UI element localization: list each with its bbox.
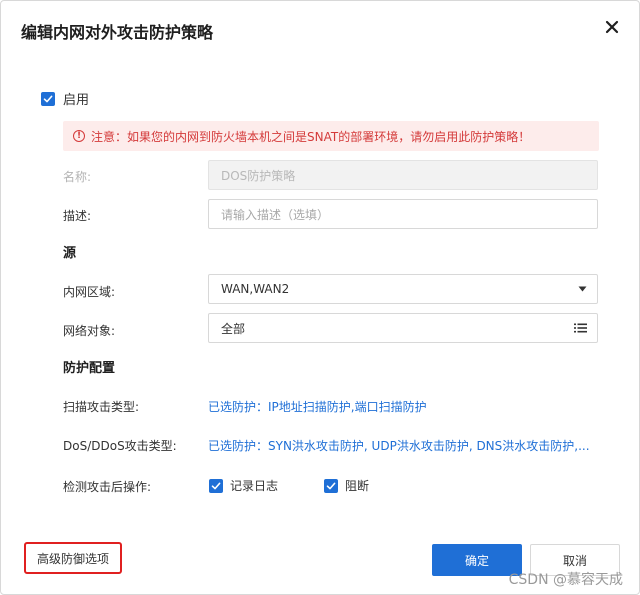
protection-heading: 防护配置	[63, 361, 116, 376]
watermark: CSDN @慕容天成	[508, 572, 623, 588]
edit-policy-dialog: 编辑内网对外攻击防护策略 启用 ! 注意：如果您的内网到防火墙本机之间是SNAT…	[0, 0, 640, 595]
description-placeholder: 请输入描述（选填）	[221, 207, 330, 222]
enable-label: 启用	[63, 93, 90, 108]
name-input: DOS防护策略	[208, 160, 598, 190]
zone-value: WAN,WAN2	[221, 282, 290, 296]
log-option-label: 记录日志	[230, 479, 279, 493]
enable-checkbox[interactable]	[41, 91, 55, 106]
block-option[interactable]: 阻断	[324, 477, 369, 494]
zone-label: 内网区域:	[63, 285, 116, 299]
name-label: 名称:	[63, 170, 92, 184]
log-option[interactable]: 记录日志	[209, 477, 278, 494]
info-icon: !	[73, 130, 85, 142]
close-icon[interactable]	[603, 18, 621, 36]
snat-warning-alert: ! 注意：如果您的内网到防火墙本机之间是SNAT的部署环境，请勿启用此防护策略！	[63, 121, 599, 151]
scan-type-label: 扫描攻击类型:	[63, 400, 140, 414]
network-object-select[interactable]: 全部	[208, 313, 598, 343]
action-label: 检测攻击后操作:	[63, 480, 152, 494]
action-options: 记录日志 阻断	[209, 477, 415, 494]
network-object-label: 网络对象:	[63, 324, 116, 338]
caret-down-icon	[578, 286, 587, 292]
advanced-options-button[interactable]: 高级防御选项	[24, 542, 122, 574]
description-label: 描述:	[63, 209, 92, 223]
scan-type-link[interactable]: 已选防护：IP地址扫描防护,端口扫描防护	[208, 398, 427, 415]
block-checkbox[interactable]	[324, 478, 339, 493]
name-value: DOS防护策略	[221, 168, 296, 183]
log-checkbox[interactable]	[209, 478, 223, 493]
list-icon[interactable]	[574, 323, 587, 334]
network-object-value: 全部	[221, 321, 246, 336]
dos-type-label: DoS/DDoS攻击类型:	[63, 439, 177, 453]
dialog-title: 编辑内网对外攻击防护策略	[21, 23, 214, 42]
source-heading: 源	[63, 246, 77, 261]
description-input[interactable]: 请输入描述（选填）	[208, 199, 598, 229]
block-option-label: 阻断	[345, 479, 370, 493]
zone-select[interactable]: WAN,WAN2	[208, 274, 598, 304]
dos-type-link[interactable]: 已选防护：SYN洪水攻击防护, UDP洪水攻击防护, DNS洪水攻击防护,...	[208, 437, 590, 454]
enable-row: 启用	[41, 89, 89, 108]
alert-text: 注意：如果您的内网到防火墙本机之间是SNAT的部署环境，请勿启用此防护策略！	[91, 129, 531, 144]
